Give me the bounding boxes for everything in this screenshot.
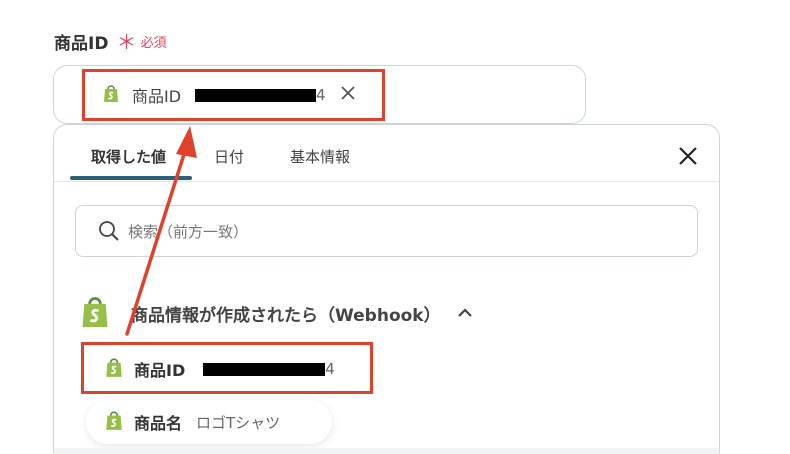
annotation-arrow [125,126,197,336]
